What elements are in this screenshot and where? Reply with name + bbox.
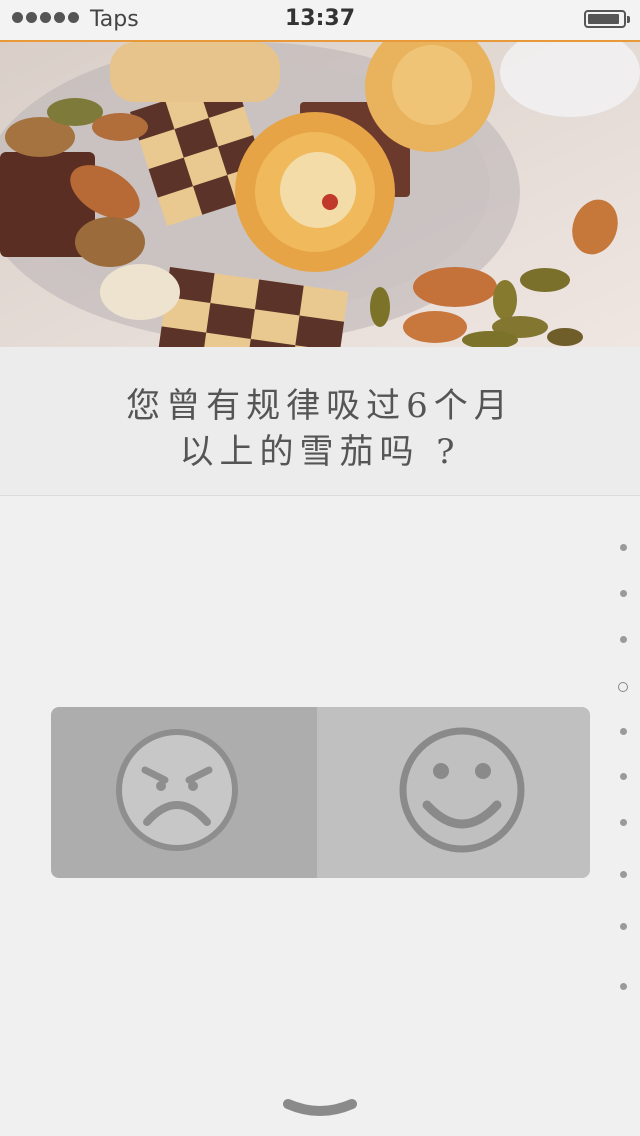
page-dot[interactable] (620, 983, 627, 990)
page-dot[interactable] (620, 819, 627, 826)
yes-button[interactable] (317, 707, 590, 878)
question-panel: 您曾有规律吸过6个月 以上的雪茄吗 ? (0, 347, 640, 496)
smile-face-icon (399, 727, 525, 853)
question-line-2: 以上的雪茄吗 ? (179, 432, 461, 472)
no-button[interactable] (51, 707, 317, 878)
status-time: 13:37 (284, 6, 356, 31)
hero-image (0, 42, 640, 347)
status-bar: Taps 13:37 (0, 0, 640, 42)
question-line-1: 您曾有规律吸过6个月 (126, 386, 514, 426)
answer-card (51, 707, 590, 878)
page-dot[interactable] (620, 590, 627, 597)
page-dot[interactable] (620, 636, 627, 643)
chevron-down-icon[interactable] (282, 1096, 358, 1122)
page-dot[interactable] (620, 923, 627, 930)
page-dot[interactable] (620, 544, 627, 551)
page-dot-active[interactable] (618, 682, 628, 692)
page-dot[interactable] (620, 728, 627, 735)
battery-icon (584, 10, 630, 28)
page-dot[interactable] (620, 871, 627, 878)
frown-face-icon (116, 729, 238, 851)
page-dot[interactable] (620, 773, 627, 780)
